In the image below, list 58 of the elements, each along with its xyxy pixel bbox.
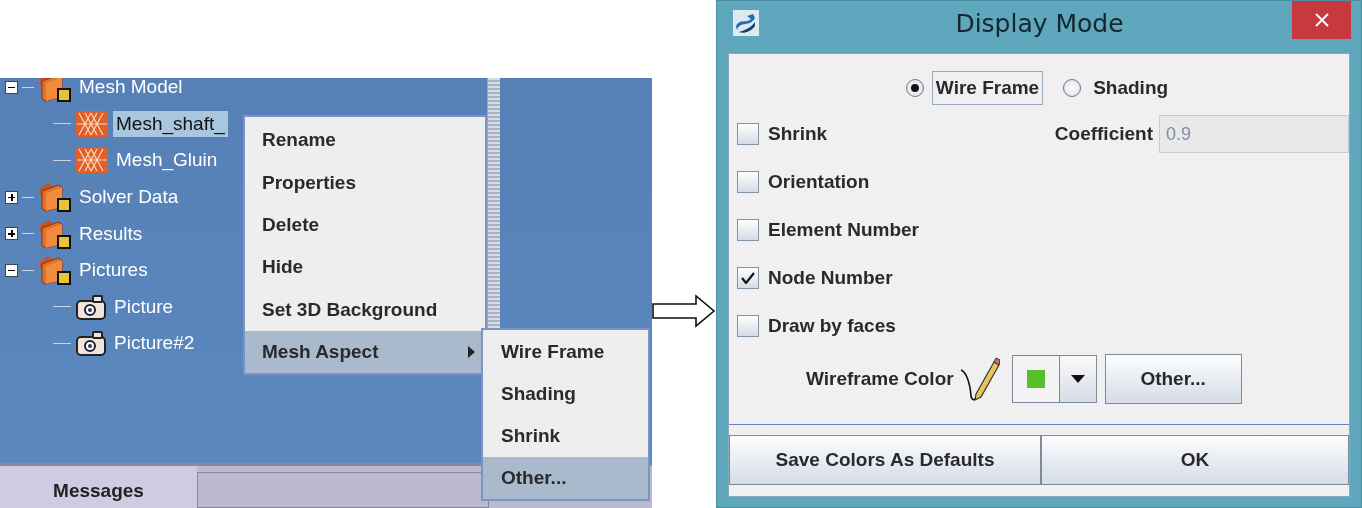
messages-tab[interactable]: Messages bbox=[0, 466, 197, 508]
dialog-button[interactable]: OK bbox=[1041, 435, 1349, 485]
dropdown-arrow-icon bbox=[1070, 375, 1085, 383]
camera-icon bbox=[75, 292, 107, 321]
radio-label[interactable]: Shading bbox=[1089, 71, 1173, 105]
mesh-icon bbox=[75, 145, 109, 176]
checkbox[interactable] bbox=[737, 219, 759, 241]
expander-icon[interactable] bbox=[5, 190, 18, 204]
expander-icon[interactable] bbox=[5, 227, 18, 241]
close-button[interactable] bbox=[1292, 1, 1351, 39]
coefficient-label: Coefficient bbox=[1054, 123, 1153, 145]
pencil-icon bbox=[959, 356, 1000, 402]
tree-item[interactable]: Mesh Model bbox=[76, 78, 186, 101]
window-title: Display Mode bbox=[954, 8, 1125, 38]
menu-item[interactable]: Delete bbox=[245, 203, 485, 247]
folder-icon bbox=[38, 181, 72, 214]
tree-item[interactable]: Pictures bbox=[76, 257, 151, 284]
tree-item[interactable]: Solver Data bbox=[76, 184, 182, 211]
checkbox-label: Node Number bbox=[768, 267, 894, 289]
checkbox[interactable] bbox=[737, 267, 759, 289]
checkbox[interactable] bbox=[737, 315, 759, 337]
wireframe-color-label: Wireframe Color bbox=[806, 368, 954, 390]
checkbox-label: Shrink bbox=[768, 123, 829, 145]
checkbox[interactable] bbox=[737, 171, 759, 193]
app-icon bbox=[733, 10, 759, 36]
checkbox-label: Orientation bbox=[768, 171, 871, 193]
other-button[interactable]: Other... bbox=[1104, 354, 1242, 404]
check-icon bbox=[741, 272, 755, 284]
radio-button[interactable] bbox=[1063, 79, 1082, 97]
radio-button[interactable] bbox=[905, 79, 924, 97]
checkbox[interactable] bbox=[737, 123, 759, 145]
mesh-icon bbox=[75, 108, 109, 139]
folder-icon bbox=[38, 78, 72, 104]
tree-item[interactable]: Mesh_shaft_ bbox=[113, 110, 228, 137]
right-arrow-icon bbox=[652, 294, 716, 328]
tree-item[interactable]: Results bbox=[76, 220, 146, 247]
color-dropdown[interactable] bbox=[1011, 355, 1097, 403]
folder-icon bbox=[38, 254, 72, 287]
checkbox-label: Draw by faces bbox=[768, 315, 897, 337]
menu-item[interactable]: Shrink bbox=[483, 415, 648, 457]
expander-icon[interactable] bbox=[5, 263, 18, 277]
folder-icon bbox=[38, 217, 72, 250]
menu-item[interactable]: Other... bbox=[483, 457, 648, 499]
checkbox-label: Element Number bbox=[768, 219, 920, 241]
dialog-button[interactable]: Save Colors As Defaults bbox=[729, 435, 1041, 485]
menu-item[interactable]: Properties bbox=[245, 161, 485, 204]
menu-item[interactable]: Shading bbox=[483, 373, 648, 415]
radio-label[interactable]: Wire Frame bbox=[931, 71, 1044, 105]
expander-icon[interactable] bbox=[5, 80, 18, 94]
menu-item[interactable]: Hide bbox=[245, 246, 485, 289]
menu-item[interactable]: Wire Frame bbox=[483, 331, 648, 373]
camera-icon bbox=[75, 329, 107, 358]
close-icon bbox=[1314, 13, 1329, 27]
menu-item[interactable]: Set 3D Background bbox=[245, 288, 485, 331]
tree-item[interactable]: Mesh_Gluin bbox=[113, 147, 221, 174]
tree-item[interactable]: Picture bbox=[111, 293, 177, 320]
tree-item[interactable]: Picture#2 bbox=[111, 330, 198, 357]
menu-item[interactable]: Rename bbox=[245, 119, 485, 162]
